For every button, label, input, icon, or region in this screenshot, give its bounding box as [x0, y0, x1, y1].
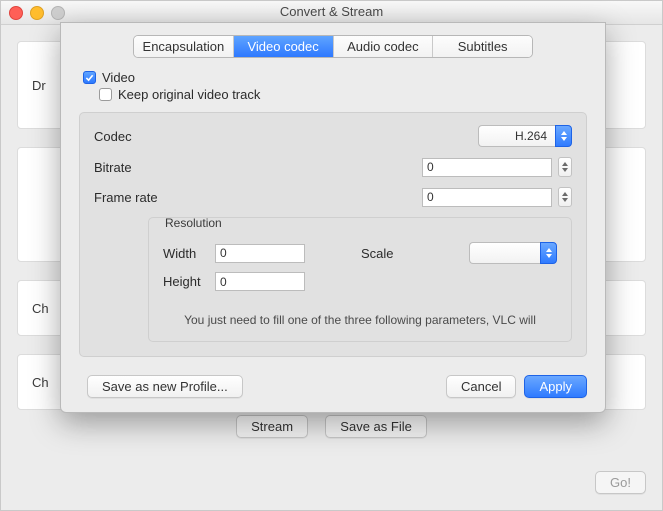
bitrate-input[interactable] — [422, 158, 552, 177]
save-profile-button[interactable]: Save as new Profile... — [87, 375, 243, 398]
bg-panel-label: Ch — [32, 375, 49, 390]
resolution-group: Resolution Width Scale Height You just n… — [148, 217, 572, 342]
tab-subtitles[interactable]: Subtitles — [433, 36, 532, 57]
stream-button[interactable]: Stream — [236, 415, 308, 438]
height-row: Height — [163, 272, 557, 291]
codec-tabs: Encapsulation Video codec Audio codec Su… — [133, 35, 533, 58]
bitrate-stepper[interactable] — [558, 157, 572, 177]
go-button[interactable]: Go! — [595, 471, 646, 494]
chevron-down-icon — [562, 168, 568, 172]
frame-rate-label: Frame rate — [94, 190, 184, 205]
bitrate-label: Bitrate — [94, 160, 184, 175]
updown-icon — [540, 242, 557, 264]
resolution-hint: You just need to fill one of the three f… — [163, 313, 557, 327]
width-label: Width — [163, 246, 215, 261]
save-as-file-button[interactable]: Save as File — [325, 415, 427, 438]
width-input[interactable] — [215, 244, 305, 263]
scale-value — [469, 242, 540, 264]
keep-original-row: Keep original video track — [99, 87, 587, 102]
frame-rate-input[interactable] — [422, 188, 552, 207]
tab-encapsulation[interactable]: Encapsulation — [134, 36, 234, 57]
height-label: Height — [163, 274, 215, 289]
chevron-up-icon — [562, 162, 568, 166]
bg-panel-label: Dr — [32, 78, 46, 93]
keep-original-label: Keep original video track — [118, 87, 260, 102]
check-icon — [85, 73, 94, 82]
scale-select[interactable] — [469, 242, 557, 264]
codec-value: H.264 — [478, 125, 555, 147]
codec-row: Codec H.264 — [94, 125, 572, 147]
keep-original-checkbox[interactable] — [99, 88, 112, 101]
chevron-down-icon — [562, 198, 568, 202]
tab-video-codec[interactable]: Video codec — [234, 36, 334, 57]
chevron-up-icon — [562, 192, 568, 196]
video-settings-group: Codec H.264 Bitrate Frame rate — [79, 112, 587, 357]
cancel-button[interactable]: Cancel — [446, 375, 516, 398]
width-row: Width Scale — [163, 242, 557, 264]
bg-panel-label: Ch — [32, 301, 49, 316]
profile-sheet: Encapsulation Video codec Audio codec Su… — [60, 22, 606, 413]
bitrate-row: Bitrate — [94, 157, 572, 177]
frame-rate-row: Frame rate — [94, 187, 572, 207]
scale-label: Scale — [361, 246, 394, 261]
height-input[interactable] — [215, 272, 305, 291]
video-checkbox-row: Video — [83, 70, 587, 85]
codec-select[interactable]: H.264 — [478, 125, 572, 147]
go-button-wrap: Go! — [595, 471, 646, 494]
tab-audio-codec[interactable]: Audio codec — [334, 36, 434, 57]
frame-rate-stepper[interactable] — [558, 187, 572, 207]
video-checkbox[interactable] — [83, 71, 96, 84]
video-checkbox-label: Video — [102, 70, 135, 85]
updown-icon — [555, 125, 572, 147]
codec-label: Codec — [94, 129, 184, 144]
window-title: Convert & Stream — [1, 4, 662, 19]
resolution-title: Resolution — [161, 216, 226, 230]
bg-bottom-buttons: Stream Save as File — [1, 415, 662, 438]
apply-button[interactable]: Apply — [524, 375, 587, 398]
sheet-bottom-bar: Save as new Profile... Cancel Apply — [79, 375, 587, 398]
